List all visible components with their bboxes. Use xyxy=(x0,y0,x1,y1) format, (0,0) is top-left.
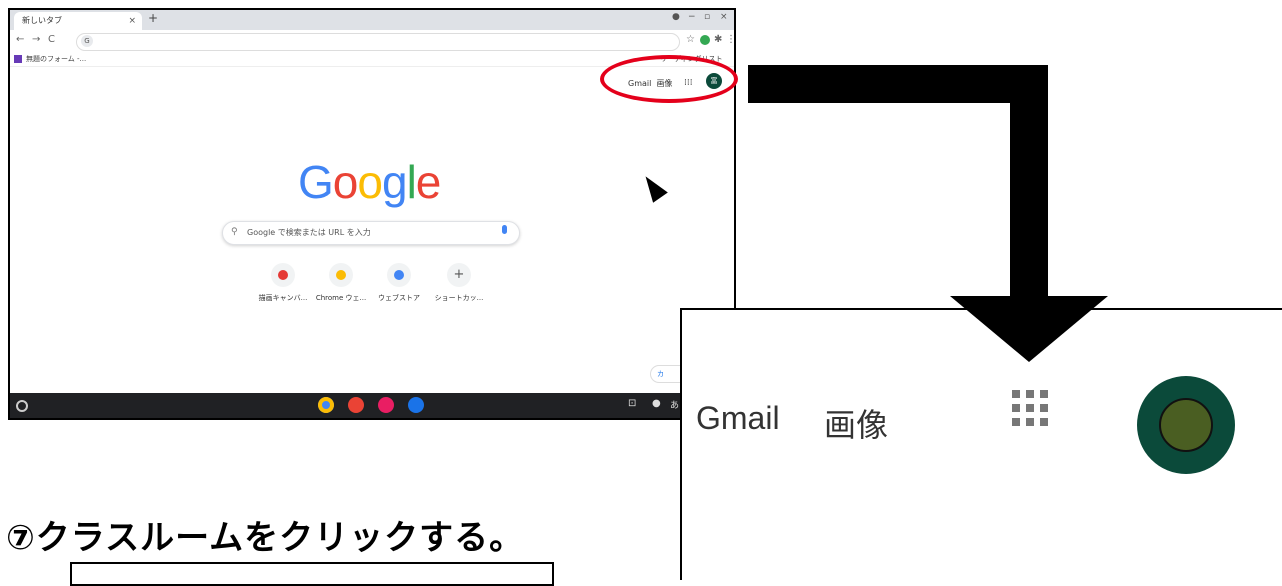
shortcut-label: 描画キャンバ... xyxy=(258,294,308,302)
extensions-puzzle-icon[interactable]: ✱ xyxy=(714,34,722,45)
maximize-button[interactable]: ▫ xyxy=(704,12,710,22)
logo-letter: l xyxy=(406,156,417,208)
google-logo: Google xyxy=(298,155,442,209)
add-shortcut-tile[interactable]: + ショートカッ... xyxy=(430,263,488,303)
reload-icon[interactable]: C xyxy=(48,34,55,45)
tab-new-tab[interactable]: 新しいタブ × xyxy=(14,12,142,30)
extension-icon[interactable] xyxy=(700,35,710,45)
arrow-head xyxy=(950,296,1108,362)
search-placeholder: Google で検索または URL を入力 xyxy=(247,228,371,237)
status-icon[interactable]: ● xyxy=(652,398,661,409)
files-icon[interactable] xyxy=(408,397,424,413)
bookmark-item[interactable]: 無題のフォーム -... xyxy=(26,53,86,65)
menu-icon[interactable]: ⋮ xyxy=(726,34,734,45)
logo-letter: g xyxy=(381,156,408,208)
highlight-oval xyxy=(600,55,738,103)
shortcut-label: Chrome ウェ... xyxy=(315,294,367,302)
shortcut-tile[interactable]: 描画キャンバ... xyxy=(254,263,312,303)
shortcut-icon xyxy=(271,263,295,287)
back-icon[interactable]: ← xyxy=(16,34,24,45)
tab-bar: 新しいタブ × + ● − ▫ × xyxy=(10,10,734,30)
bookmark-star-icon[interactable]: ☆ xyxy=(686,34,695,45)
step-instruction: ⑦クラスルームをクリックする。 xyxy=(6,518,525,558)
forms-icon xyxy=(14,55,22,63)
omnibox[interactable]: G xyxy=(76,33,680,51)
profile-indicator-icon[interactable]: ● xyxy=(672,12,680,22)
minimize-button[interactable]: − xyxy=(688,12,696,22)
screencast-icon[interactable] xyxy=(378,397,394,413)
arrow-horizontal xyxy=(748,65,1048,103)
search-box[interactable]: ⚲ Google で検索または URL を入力 xyxy=(222,221,520,245)
search-icon: ⚲ xyxy=(231,227,238,237)
logo-letter: e xyxy=(415,156,442,208)
chrome-icon[interactable] xyxy=(318,397,334,413)
avatar-inner-circle xyxy=(1159,398,1213,452)
logo-letter: o xyxy=(357,156,383,208)
gmail-link-zoomed[interactable]: Gmail xyxy=(696,400,780,437)
shortcut-label: ウェブストア xyxy=(378,294,420,302)
images-link-zoomed[interactable]: 画像 xyxy=(824,400,888,446)
docs-icon[interactable] xyxy=(348,397,364,413)
google-icon: G xyxy=(81,35,93,47)
arrow-stem xyxy=(1010,65,1048,307)
close-window-button[interactable]: × xyxy=(720,12,728,22)
ime-indicator[interactable]: あ xyxy=(670,398,679,411)
shortcut-icon xyxy=(387,263,411,287)
toolbar: ← → C G ☆ ✱ ⋮ xyxy=(10,30,734,52)
apps-grid-icon-zoomed[interactable] xyxy=(1012,390,1060,438)
tote-icon[interactable]: ⊡ xyxy=(628,398,636,409)
shortcut-icon xyxy=(329,263,353,287)
microphone-icon[interactable] xyxy=(502,225,507,234)
next-screenshot-frame xyxy=(70,562,554,586)
mouse-pointer-icon xyxy=(638,171,668,203)
logo-letter: G xyxy=(298,156,334,208)
add-icon: + xyxy=(447,263,471,287)
avatar-zoomed[interactable] xyxy=(1137,376,1235,474)
new-tab-button[interactable]: + xyxy=(148,11,158,25)
logo-letter: o xyxy=(332,156,359,208)
shortcut-tile[interactable]: ウェブストア xyxy=(370,263,428,303)
shortcut-label: ショートカッ... xyxy=(434,294,484,302)
shortcut-tile[interactable]: Chrome ウェ... xyxy=(312,263,370,303)
launcher-icon[interactable] xyxy=(16,400,28,412)
tab-title: 新しいタブ xyxy=(22,16,62,25)
forward-icon[interactable]: → xyxy=(32,34,40,45)
chromeos-shelf: ⊡ ● あ xyxy=(10,393,734,418)
tab-close-icon[interactable]: × xyxy=(128,12,136,30)
